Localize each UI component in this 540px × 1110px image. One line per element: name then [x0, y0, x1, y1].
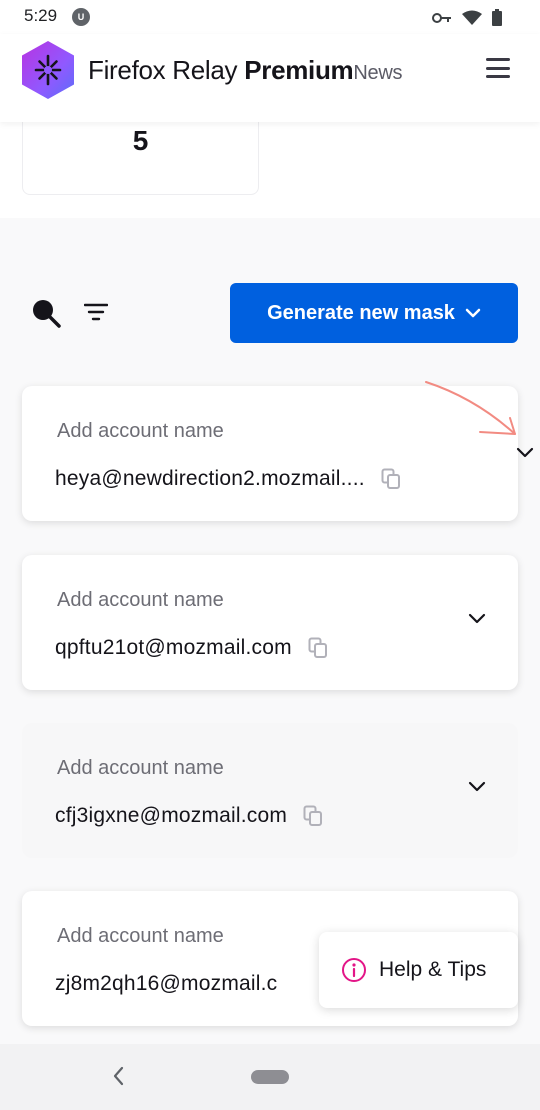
expand-chevron-icon[interactable] — [468, 613, 486, 625]
copy-icon[interactable] — [381, 468, 401, 490]
filter-icon[interactable] — [84, 303, 108, 321]
copy-icon[interactable] — [308, 637, 328, 659]
mask-email: cfj3igxne@mozmail.com — [55, 804, 323, 828]
account-name-label[interactable]: Add account name — [57, 925, 224, 948]
status-icons — [432, 9, 502, 26]
brand-title: Firefox Relay PremiumNews — [88, 55, 402, 86]
help-tips-label: Help & Tips — [379, 958, 487, 981]
generate-new-mask-label: Generate new mask — [267, 301, 455, 324]
brand-premium: Premium — [244, 55, 354, 85]
mask-email: qpftu21ot@mozmail.com — [55, 636, 328, 660]
news-link[interactable]: News — [353, 62, 402, 84]
chevron-down-icon — [465, 308, 481, 318]
notification-badge-icon: U — [72, 8, 90, 26]
mask-email: zj8m2qh16@mozmail.c — [55, 972, 277, 996]
stats-area: 5 — [0, 112, 540, 218]
copy-icon[interactable] — [303, 805, 323, 827]
account-name-label[interactable]: Add account name — [57, 757, 224, 780]
relay-logo-icon[interactable] — [22, 41, 74, 99]
mask-email-text: qpftu21ot@mozmail.com — [55, 636, 292, 659]
expand-chevron-icon[interactable] — [468, 781, 486, 793]
home-pill-icon[interactable] — [251, 1070, 289, 1084]
brand-name: Firefox Relay — [88, 55, 238, 85]
status-bar: 5:29 U — [0, 0, 540, 34]
mask-email-text: heya@newdirection2.mozmail.... — [55, 467, 365, 490]
vpn-key-icon — [432, 12, 451, 23]
status-time: 5:29 — [24, 6, 58, 25]
annotation-arrow-icon — [425, 381, 516, 435]
account-name-label[interactable]: Add account name — [57, 589, 224, 612]
info-icon — [342, 958, 366, 982]
back-icon[interactable] — [110, 1064, 126, 1088]
wifi-icon — [462, 10, 482, 25]
stat-card: 5 — [22, 112, 259, 195]
expand-chevron-icon[interactable] — [516, 447, 534, 459]
stat-value: 5 — [132, 125, 149, 156]
mask-email: heya@newdirection2.mozmail.... — [55, 467, 401, 491]
mask-email-text: zj8m2qh16@mozmail.c — [55, 972, 278, 995]
mask-email-text: cfj3igxne@mozmail.com — [55, 804, 288, 827]
help-tips-button[interactable]: Help & Tips — [319, 932, 518, 1008]
app-header: Firefox Relay PremiumNews — [0, 34, 540, 122]
generate-new-mask-button[interactable]: Generate new mask — [230, 283, 518, 343]
mask-card[interactable]: Add account name qpftu21ot@mozmail.com — [22, 555, 518, 690]
hamburger-menu-icon[interactable] — [486, 56, 510, 80]
search-icon[interactable] — [30, 297, 62, 329]
system-nav-bar — [0, 1044, 540, 1110]
battery-icon — [492, 9, 502, 26]
account-name-label[interactable]: Add account name — [57, 420, 224, 443]
mask-card[interactable]: Add account name cfj3igxne@mozmail.com — [22, 723, 518, 858]
